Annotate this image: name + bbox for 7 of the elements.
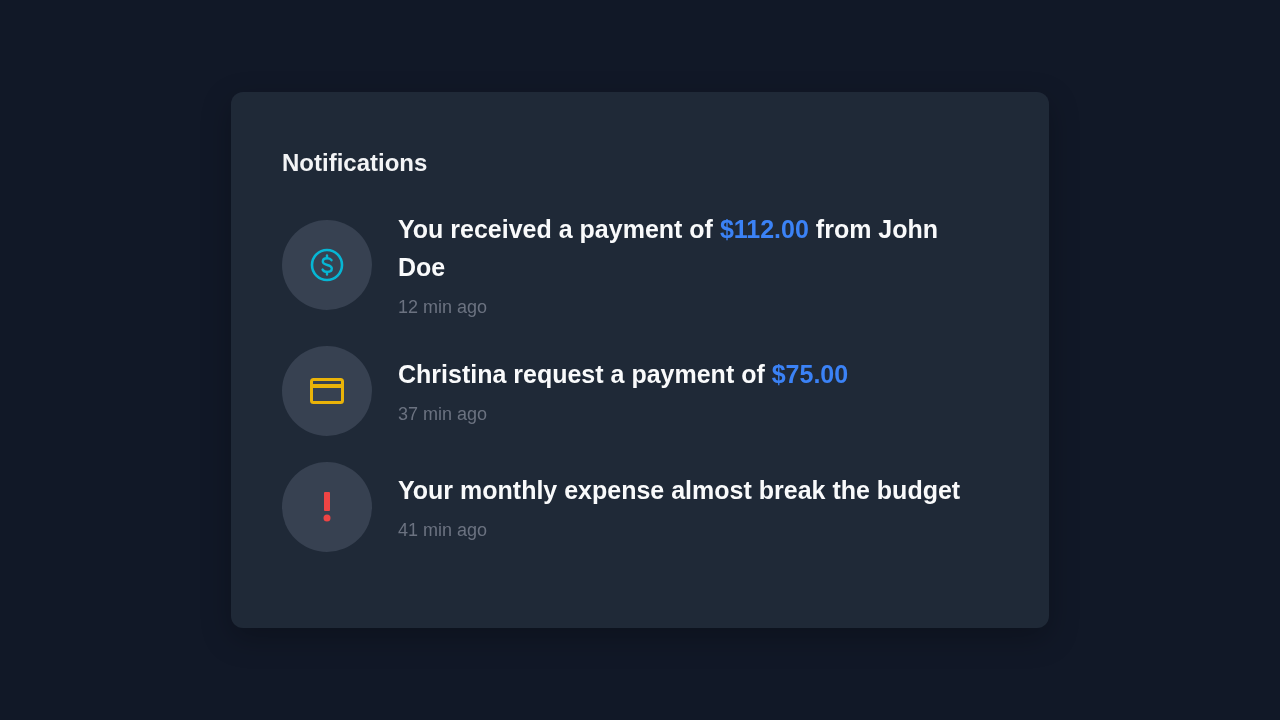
- notification-time: 12 min ago: [398, 296, 488, 319]
- notification-message: Your monthly expense almost break the budget: [398, 475, 961, 506]
- card-title: Notifications: [282, 148, 428, 178]
- notification-message: Christina request a payment of $75.00: [398, 359, 849, 390]
- notification-time: 37 min ago: [398, 403, 488, 426]
- notification-time: 41 min ago: [398, 519, 488, 542]
- notification-message: You received a payment of $112.00 from John Doe: [398, 214, 940, 283]
